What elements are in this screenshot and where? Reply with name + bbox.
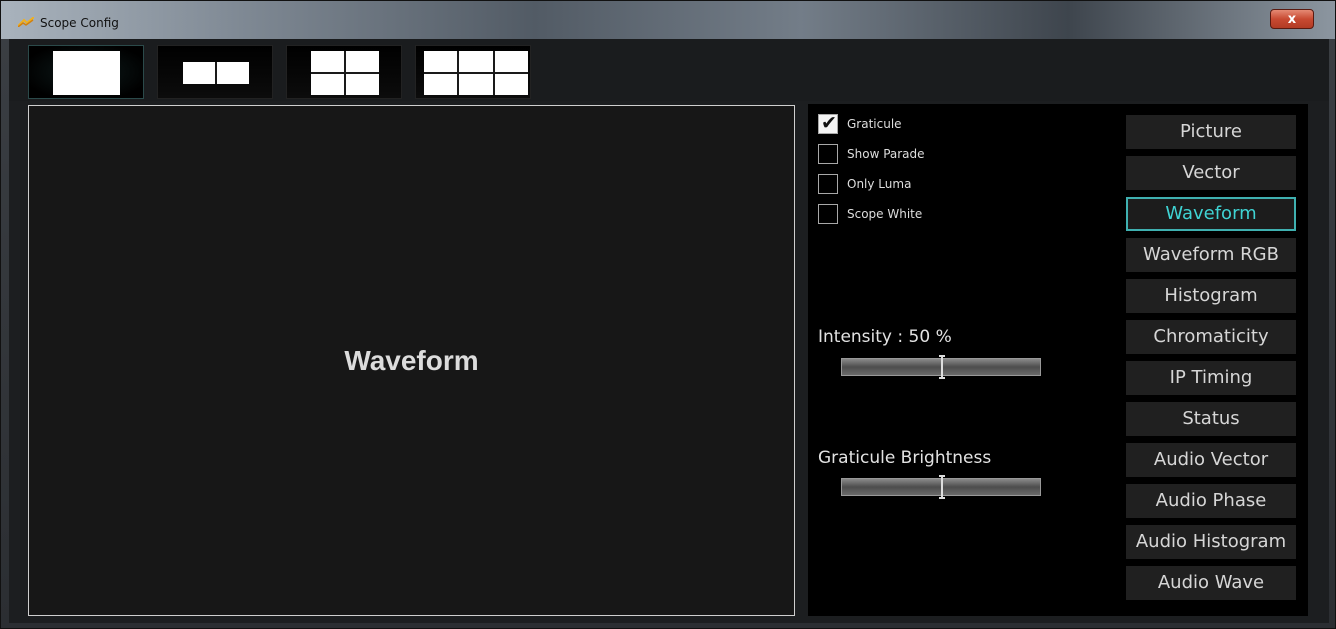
client-area: Waveform Graticule Show Parade Only Luma… — [9, 39, 1329, 623]
layout-six-icon — [424, 51, 528, 95]
intensity-slider[interactable] — [841, 355, 1041, 379]
scope-button-vector[interactable]: Vector — [1126, 156, 1296, 190]
layout-single-icon — [53, 51, 120, 95]
layout-quad-icon — [311, 51, 379, 95]
title-bar[interactable]: Scope Config x — [1, 1, 1335, 39]
graticule-brightness-label: Graticule Brightness — [818, 448, 992, 468]
layout-quad-button[interactable] — [286, 45, 402, 99]
scope-button-status[interactable]: Status — [1126, 402, 1296, 436]
scope-button-audio-vector[interactable]: Audio Vector — [1126, 443, 1296, 477]
scope-button-chromaticity[interactable]: Chromaticity — [1126, 320, 1296, 354]
scope-preview-pane[interactable]: Waveform — [28, 105, 795, 616]
app-icon — [18, 17, 34, 27]
scope-button-waveform[interactable]: Waveform — [1126, 197, 1296, 231]
intensity-slider-thumb[interactable] — [939, 355, 945, 379]
layout-single-button[interactable] — [28, 45, 144, 99]
scope-button-ip-timing[interactable]: IP Timing — [1126, 361, 1296, 395]
checkbox-box[interactable] — [818, 144, 838, 164]
checkbox-box[interactable] — [818, 204, 838, 224]
scope-button-waveform-rgb[interactable]: Waveform RGB — [1126, 238, 1296, 272]
scope-config-window: Scope Config x Waveform ✔ Graticule Show… — [0, 0, 1336, 629]
preview-label: Waveform — [344, 344, 479, 376]
scope-button-histogram[interactable]: Histogram — [1126, 279, 1296, 313]
layout-dual-button[interactable] — [157, 45, 273, 99]
graticule-brightness-slider-thumb[interactable] — [939, 475, 945, 499]
show-parade-label: Show Parade — [847, 147, 925, 161]
intensity-label: Intensity : 50 % — [818, 327, 952, 347]
layout-toolbar — [9, 39, 1329, 101]
graticule-brightness-slider[interactable] — [841, 475, 1041, 499]
layout-six-button[interactable] — [415, 45, 531, 99]
scope-button-picture[interactable]: Picture — [1126, 115, 1296, 149]
scope-white-label: Scope White — [847, 207, 923, 221]
layout-dual-icon — [183, 62, 249, 84]
close-button[interactable]: x — [1270, 9, 1314, 29]
checkbox-box[interactable] — [818, 174, 838, 194]
only-luma-label: Only Luma — [847, 177, 912, 191]
scope-button-audio-histogram[interactable]: Audio Histogram — [1126, 525, 1296, 559]
scope-button-audio-phase[interactable]: Audio Phase — [1126, 484, 1296, 518]
graticule-label: Graticule — [847, 117, 902, 131]
scope-button-audio-wave[interactable]: Audio Wave — [1126, 566, 1296, 600]
checkbox-box[interactable] — [818, 112, 838, 134]
window-title: Scope Config — [40, 16, 119, 30]
scope-options-panel: Graticule Show Parade Only Luma Scope Wh… — [808, 104, 1308, 616]
close-icon: x — [1287, 12, 1297, 27]
